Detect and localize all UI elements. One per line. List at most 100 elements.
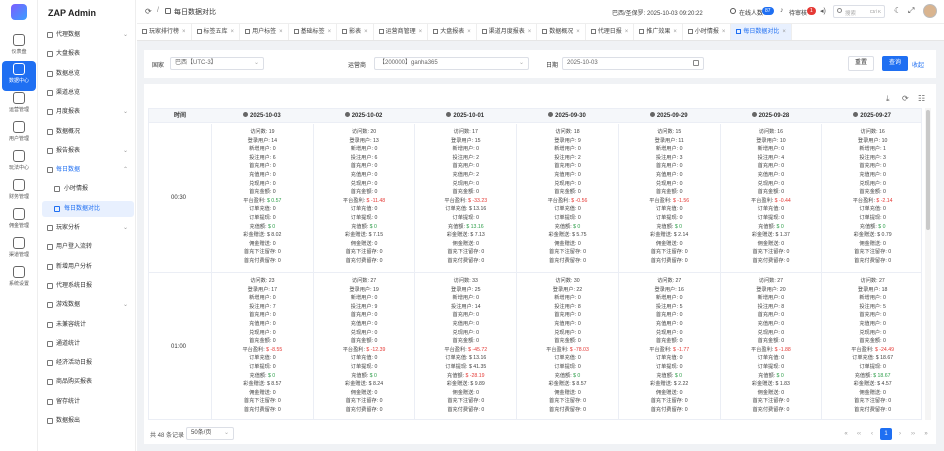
close-icon[interactable]: ×	[279, 29, 283, 35]
sidebar-item-18[interactable]: 商品购买报表	[42, 374, 134, 390]
sidebar-item-3[interactable]: 渠道总览	[42, 85, 134, 101]
metric-value: 0	[583, 407, 586, 413]
sidebar-item-17[interactable]: 经济活动日报	[42, 355, 134, 371]
tab-2[interactable]: 用户标签 ×	[240, 24, 289, 40]
metric-line: 彩金赠送: $ 8.02	[212, 231, 313, 240]
metric-line: 兑现用户: 0	[822, 329, 921, 338]
prev-fast-icon[interactable]: ‹‹	[853, 428, 865, 440]
refresh-table-icon[interactable]: ⟳	[902, 94, 909, 103]
page-size-select[interactable]: 50条/页 ⌄	[186, 427, 234, 440]
column-settings-icon[interactable]: ☷	[918, 94, 925, 103]
tab-6[interactable]: 大盘报表 ×	[428, 24, 477, 40]
tab-0[interactable]: 玩家排行榜 ×	[137, 24, 192, 40]
metric-value: 27	[878, 278, 885, 284]
tab-5[interactable]: 运营商管理 ×	[374, 24, 429, 40]
close-icon[interactable]: ×	[328, 29, 332, 35]
metric-value: 13	[372, 137, 379, 144]
tab-1[interactable]: 标签五库 ×	[192, 24, 241, 40]
metric-line: 佣金赠送: 0	[517, 240, 618, 249]
sidebar-item-9[interactable]: 每日数据对比	[42, 200, 134, 217]
download-icon[interactable]: ⤓	[886, 94, 890, 104]
operator-select[interactable]: 【200000】ganha365 ⌄	[374, 57, 529, 70]
rail-item-6[interactable]: 佣金管理	[2, 206, 36, 236]
metric-label: 新增用户	[350, 146, 372, 153]
date-picker[interactable]: 2025-10-03	[562, 57, 704, 70]
rail-item-0[interactable]: 仪表盘	[2, 32, 36, 62]
sidebar-item-10[interactable]: 玩家分析 ⌄	[42, 220, 134, 236]
sidebar-item-1[interactable]: 大盘报表	[42, 46, 134, 62]
prev-page-icon[interactable]: ‹	[866, 428, 878, 440]
rail-item-7[interactable]: 渠道管理	[2, 235, 36, 265]
first-page-icon[interactable]: «	[840, 428, 852, 440]
metric-label: 访问数	[453, 129, 470, 135]
close-icon[interactable]: ×	[231, 29, 235, 35]
pending-review-label[interactable]: 待审核	[789, 8, 807, 17]
next-fast-icon[interactable]: ››	[907, 428, 919, 440]
sidebar-item-11[interactable]: 用户登入流转	[42, 239, 134, 255]
page-number-current[interactable]: 1	[880, 428, 892, 440]
close-icon[interactable]: ×	[576, 29, 580, 35]
close-icon[interactable]: ×	[182, 29, 186, 35]
close-icon[interactable]: ×	[782, 29, 786, 35]
rail-item-5[interactable]: 财务管理	[2, 177, 36, 207]
metric-line: 彩金赠送: $ 9.89	[415, 380, 516, 389]
metric-line: 首充付费留存: 0	[415, 257, 516, 266]
theme-toggle-icon[interactable]: ☾	[894, 6, 901, 15]
rail-item-2[interactable]: 运营管理	[2, 90, 36, 120]
reset-button[interactable]: 重置	[848, 56, 874, 71]
rail-item-4[interactable]: 玩法中心	[2, 148, 36, 178]
tab-7[interactable]: 渠道月度报表 ×	[477, 24, 538, 40]
close-icon[interactable]: ×	[528, 29, 532, 35]
sidebar-item-2[interactable]: 数据总览	[42, 66, 134, 82]
sidebar-item-15[interactable]: 未兼容统计	[42, 317, 134, 333]
metric-line: 彩金赠送: $ 7.13	[415, 231, 516, 240]
metric-value: 33	[472, 278, 478, 284]
collapse-link[interactable]: 收起	[912, 60, 924, 69]
sidebar-item-5[interactable]: 数据概况	[42, 124, 134, 140]
table-scrollbar[interactable]	[925, 108, 931, 420]
tab-9[interactable]: 代理日报 ×	[586, 24, 635, 40]
sidebar-item-4[interactable]: 月度报表 ⌄	[42, 104, 134, 120]
tab-8[interactable]: 数据概况 ×	[537, 24, 586, 40]
bell-icon[interactable]: ♪	[780, 7, 784, 14]
sidebar-item-14[interactable]: 游戏数据 ⌄	[42, 297, 134, 313]
sidebar-item-19[interactable]: 留存统计	[42, 394, 134, 410]
tab-4[interactable]: 影表 ×	[337, 24, 374, 40]
next-page-icon[interactable]: ›	[894, 428, 906, 440]
refresh-icon[interactable]: ⟳	[145, 7, 152, 16]
sidebar-item-7[interactable]: 每日数据 ⌃	[42, 162, 134, 178]
sidebar-item-16[interactable]: 通道统计	[42, 336, 134, 352]
tab-10[interactable]: 推广效果 ×	[634, 24, 683, 40]
close-icon[interactable]: ×	[419, 29, 423, 35]
scrollbar-thumb[interactable]	[926, 110, 930, 230]
last-page-icon[interactable]: »	[920, 428, 932, 440]
close-icon[interactable]: ×	[673, 29, 677, 35]
country-select[interactable]: 巴西【UTC-3】 ⌄	[170, 57, 264, 70]
metric-label: 佣金赠送	[554, 240, 575, 247]
fullscreen-icon[interactable]: ⤢	[908, 6, 914, 16]
tab-11[interactable]: 小时情报 ×	[683, 24, 732, 40]
tab-12[interactable]: 每日数据对比 ×	[731, 24, 792, 40]
rail-item-8[interactable]: 系统设置	[2, 264, 36, 294]
sidebar-item-6[interactable]: 报告报表 ⌄	[42, 143, 134, 159]
tab-3[interactable]: 基础标签 ×	[289, 24, 338, 40]
rail-item-3[interactable]: 用户管理	[2, 119, 36, 149]
sidebar-item-13[interactable]: 代理系统日报	[42, 278, 134, 294]
search-box[interactable]: 搜索 Ctrl K	[833, 5, 885, 18]
close-icon[interactable]: ×	[722, 29, 726, 35]
metric-value: $ -0.44	[774, 197, 791, 204]
close-icon[interactable]: ×	[364, 29, 368, 35]
query-button[interactable]: 查询	[882, 56, 908, 71]
close-icon[interactable]: ×	[467, 29, 471, 35]
sound-icon[interactable]: ◂)	[820, 7, 826, 15]
sidebar-item-12[interactable]: 新增用户分析	[42, 259, 134, 275]
metric-label: 首充下注留存	[345, 249, 377, 256]
sidebar-item-0[interactable]: 代理数据 ⌄	[42, 27, 134, 43]
rail-item-1[interactable]: 数据中心	[2, 61, 36, 91]
online-users-label[interactable]: 在线人数	[739, 8, 763, 17]
sidebar-item-20[interactable]: 数据报出	[42, 413, 134, 429]
sidebar-item-8[interactable]: 小时情报	[42, 181, 134, 197]
avatar[interactable]	[923, 4, 937, 18]
close-icon[interactable]: ×	[625, 29, 629, 35]
metric-line: 充值用户: 0	[619, 171, 720, 180]
